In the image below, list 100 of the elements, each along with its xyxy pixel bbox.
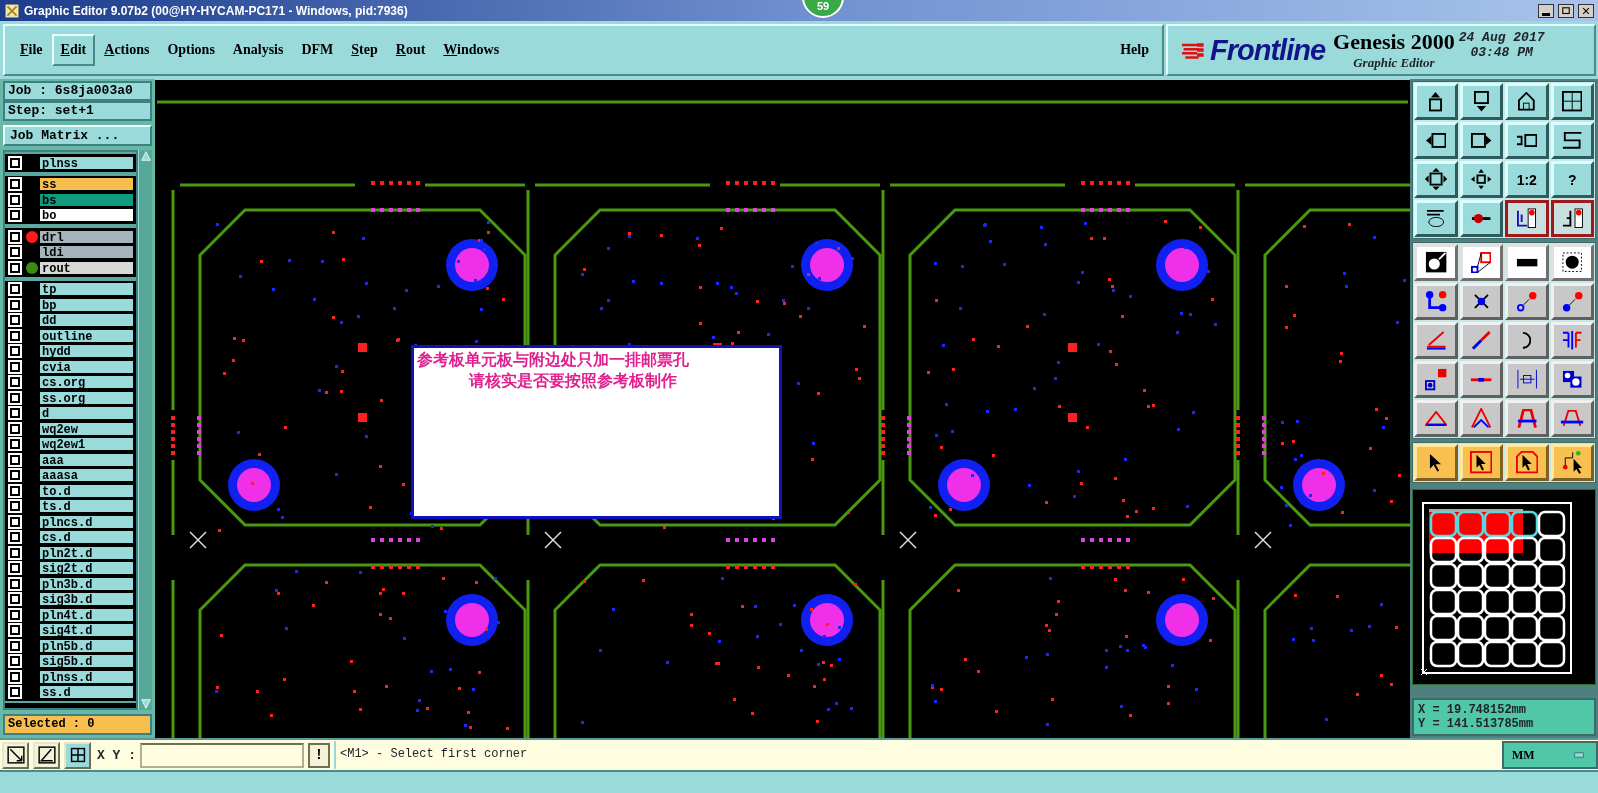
layer-name[interactable]: ldi: [39, 245, 134, 260]
layer-name[interactable]: ts.d: [39, 499, 134, 514]
layer-checkbox[interactable]: [10, 330, 20, 341]
menu-item[interactable]: Windows: [434, 34, 509, 66]
close-button[interactable]: [1578, 3, 1594, 18]
menu-item[interactable]: Actions: [95, 34, 159, 66]
layer-checkbox[interactable]: [10, 594, 20, 605]
square-arrow-icon: [1424, 368, 1447, 391]
layer-name[interactable]: sig4t.d: [39, 623, 134, 638]
job-matrix-button[interactable]: Job Matrix ...: [3, 125, 152, 146]
menu-item[interactable]: DFM: [292, 34, 343, 66]
layer-name[interactable]: pln3b.d: [39, 576, 134, 591]
angle-icon: [36, 745, 57, 765]
layer-name[interactable]: ss.org: [39, 390, 134, 405]
layer-name[interactable]: bp: [39, 297, 134, 312]
line-segment-icon: [1470, 376, 1493, 383]
layer-checkbox[interactable]: [10, 262, 20, 273]
menu-item[interactable]: Options: [158, 34, 224, 66]
coordinate-input[interactable]: [140, 742, 304, 768]
layer-name[interactable]: cs.org: [39, 375, 134, 390]
window-grid-icon: [1562, 91, 1583, 112]
tool-button[interactable]: [1505, 200, 1549, 237]
maximize-button[interactable]: [1558, 3, 1574, 18]
selected-count: Selected : 0: [3, 714, 152, 735]
layer-checkbox[interactable]: [10, 408, 20, 419]
layer-name[interactable]: wq2ew1: [39, 437, 134, 452]
layer-name[interactable]: pln5b.d: [39, 638, 134, 653]
menu-item[interactable]: Step: [342, 34, 387, 66]
layer-checkbox[interactable]: [10, 231, 20, 242]
minimize-button[interactable]: [1538, 3, 1554, 18]
layer-name[interactable]: d: [39, 406, 134, 421]
layer-name[interactable]: ss.d: [39, 685, 134, 700]
layer-checkbox[interactable]: [10, 671, 20, 682]
layer-checkbox[interactable]: [10, 454, 20, 465]
layer-checkbox[interactable]: [10, 640, 20, 651]
units-dropdown[interactable]: MM: [1502, 741, 1598, 769]
layer-checkbox[interactable]: [10, 501, 20, 512]
layer-checkbox[interactable]: [10, 299, 20, 310]
layer-checkbox[interactable]: [10, 625, 20, 636]
layer-checkbox[interactable]: [10, 361, 20, 372]
layer-checkbox[interactable]: [10, 377, 20, 388]
help-menu[interactable]: Help: [1111, 34, 1158, 66]
layer-name[interactable]: hydd: [39, 344, 134, 359]
layer-name[interactable]: rout: [39, 260, 134, 275]
layer-name[interactable]: plnss: [39, 155, 134, 170]
layer-checkbox[interactable]: [10, 247, 20, 258]
probe-icon: [1471, 212, 1492, 225]
layer-checkbox[interactable]: [10, 346, 20, 357]
layer-name[interactable]: pln2t.d: [39, 545, 134, 560]
fit-diagonal-button[interactable]: [2, 741, 29, 769]
layer-checkbox[interactable]: [10, 687, 20, 698]
menu-item[interactable]: File: [11, 34, 52, 66]
layer-name[interactable]: plncs.d: [39, 514, 134, 529]
layer-name[interactable]: drl: [39, 229, 134, 244]
layer-name[interactable]: sig3b.d: [39, 592, 134, 607]
tool-button[interactable]: [1550, 200, 1594, 237]
layer-name[interactable]: aaasa: [39, 468, 134, 483]
layer-checkbox[interactable]: [10, 578, 20, 589]
layer-name[interactable]: cvia: [39, 359, 134, 374]
layer-checkbox[interactable]: [10, 563, 20, 574]
layer-name[interactable]: plnss.d: [39, 669, 134, 684]
layer-checkbox[interactable]: [10, 485, 20, 496]
layer-name[interactable]: aaa: [39, 452, 134, 467]
layer-checkbox[interactable]: [10, 179, 20, 190]
layer-checkbox[interactable]: [10, 609, 20, 620]
layer-name[interactable]: cs.d: [39, 530, 134, 545]
layer-checkbox[interactable]: [10, 656, 20, 667]
layer-checkbox[interactable]: [10, 470, 20, 481]
layer-checkbox[interactable]: [10, 194, 20, 205]
layer-name[interactable]: bo: [39, 208, 134, 223]
layer-name[interactable]: to.d: [39, 483, 134, 498]
layer-checkbox[interactable]: [10, 210, 20, 221]
layer-name[interactable]: sig5b.d: [39, 654, 134, 669]
layer-checkbox[interactable]: [10, 532, 20, 543]
tool-button[interactable]: ?: [1550, 161, 1594, 198]
grid-button[interactable]: [64, 741, 91, 769]
layer-checkbox[interactable]: [10, 547, 20, 558]
layer-name[interactable]: sig2t.d: [39, 561, 134, 576]
layer-checkbox[interactable]: [10, 284, 20, 295]
tool-button[interactable]: 1:2: [1505, 161, 1549, 198]
menu-item[interactable]: Analysis: [223, 34, 293, 66]
layer-name[interactable]: wq2ew: [39, 421, 134, 436]
layer-checkbox[interactable]: [10, 516, 20, 527]
angle-button[interactable]: [33, 741, 60, 769]
layer-name[interactable]: pln4t.d: [39, 607, 134, 622]
layer-checkbox[interactable]: [10, 157, 20, 168]
menu-item[interactable]: Rout: [386, 34, 435, 66]
layer-name[interactable]: bs: [39, 192, 134, 207]
layer-checkbox[interactable]: [10, 315, 20, 326]
layer-name[interactable]: ss: [39, 177, 134, 192]
layer-name[interactable]: outline: [39, 328, 134, 343]
layer-name[interactable]: tp: [39, 282, 134, 297]
layer-checkbox[interactable]: [10, 392, 20, 403]
undo-box-icon: [1516, 134, 1538, 147]
layer-checkbox[interactable]: [10, 439, 20, 450]
menu-item[interactable]: Edit: [51, 34, 96, 66]
command-button[interactable]: !: [308, 742, 330, 768]
layer-checkbox[interactable]: [10, 423, 20, 434]
layer-name[interactable]: dd: [39, 313, 134, 328]
panel-map-drawing[interactable]: [1420, 502, 1572, 676]
